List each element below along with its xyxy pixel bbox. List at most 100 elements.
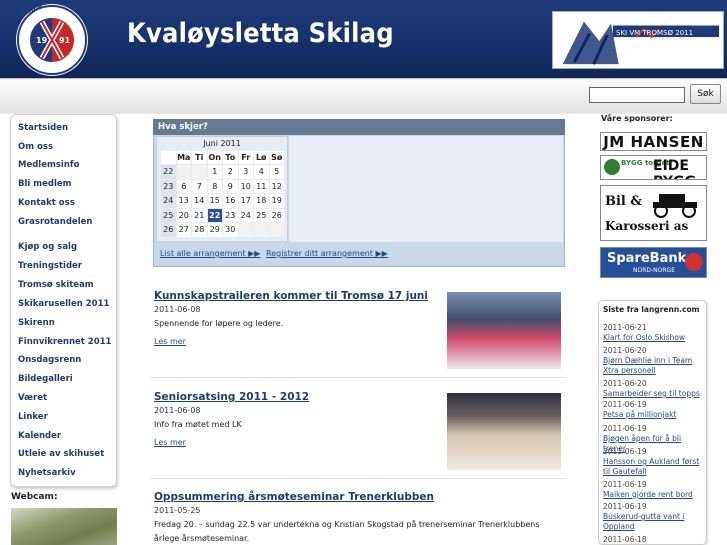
calendar-empty-day bbox=[192, 165, 207, 179]
calendar-day[interactable]: 7 bbox=[192, 179, 207, 193]
nav-item-finnvikrennet[interactable]: Finnvikrennet 2011 bbox=[18, 337, 111, 347]
calendar-day[interactable]: 26 bbox=[269, 208, 284, 222]
calendar-empty-day bbox=[269, 223, 284, 237]
search-input[interactable] bbox=[589, 87, 685, 103]
list-all-events-link[interactable]: List alle arrangement ▶▶ bbox=[160, 249, 260, 258]
calendar-day[interactable]: 11 bbox=[254, 179, 269, 193]
news-date: 2011-06-19 bbox=[603, 480, 647, 489]
club-logo[interactable]: 19 91 KVALØYSLETTA bbox=[6, 2, 98, 78]
news-date: 2011-06-19 bbox=[603, 447, 647, 456]
calendar-weekday: Ti bbox=[192, 151, 207, 164]
nav-item-skirenn[interactable]: Skirenn bbox=[18, 318, 55, 328]
calendar-day[interactable]: 1 bbox=[207, 165, 222, 179]
calendar-day[interactable]: 14 bbox=[192, 194, 207, 208]
calendar-weekday: To bbox=[223, 151, 238, 164]
calendar-day[interactable]: 28 bbox=[192, 223, 207, 237]
calendar-day[interactable]: 19 bbox=[269, 194, 284, 208]
nav-item-bli-medlem[interactable]: Bli medlem bbox=[18, 179, 72, 189]
sponsor-jm-hansen[interactable]: JM HANSEN bbox=[600, 132, 707, 151]
news-date: 2011-06-18 bbox=[603, 535, 647, 544]
read-more-link[interactable]: Les mer bbox=[154, 337, 186, 346]
calendar-week-number: 26 bbox=[161, 223, 176, 237]
article-title[interactable]: Seniorsatsing 2011 - 2012 bbox=[154, 391, 309, 403]
calendar-day[interactable]: 6 bbox=[176, 179, 191, 193]
calendar-day[interactable]: 3 bbox=[238, 165, 253, 179]
calendar-day[interactable]: 16 bbox=[223, 194, 238, 208]
nav-item-medlemsinfo[interactable]: Medlemsinfo bbox=[18, 160, 79, 170]
calendar-weekday: Lø bbox=[254, 151, 269, 164]
calendar-day[interactable]: 8 bbox=[207, 179, 222, 193]
calendar-day[interactable]: 29 bbox=[207, 223, 222, 237]
vintage-car-icon bbox=[653, 194, 697, 218]
calendar-day[interactable]: 27 bbox=[176, 223, 191, 237]
nav-item-kalender[interactable]: Kalender bbox=[18, 431, 61, 441]
article-title[interactable]: Kunnskapstraileren kommer til Tromsø 17 … bbox=[154, 290, 428, 302]
nav-item-nyhetsarkiv[interactable]: Nyhetsarkiv bbox=[18, 468, 76, 478]
sponsor-eide-bygg[interactable]: BYGG torget EIDE BYGG bbox=[600, 155, 707, 180]
nav-item-vaeret[interactable]: Været bbox=[18, 393, 47, 403]
ski-vm-banner[interactable] bbox=[552, 11, 724, 69]
calendar-day[interactable]: 2 bbox=[223, 165, 238, 179]
article-photo[interactable] bbox=[447, 292, 561, 369]
calendar-day[interactable]: 15 bbox=[207, 194, 222, 208]
read-more-link[interactable]: Les mer bbox=[154, 438, 186, 447]
news-link[interactable]: Buskerud-gutta vant i Oppland bbox=[603, 512, 706, 533]
calendar-week-number: 23 bbox=[161, 179, 176, 193]
calendar-day[interactable]: 23 bbox=[223, 208, 238, 222]
nav-item-treningstider[interactable]: Treningstider bbox=[18, 261, 82, 271]
calendar-day[interactable]: 13 bbox=[176, 194, 191, 208]
svg-text:19: 19 bbox=[36, 36, 48, 45]
news-date: 2011-06-20 bbox=[603, 346, 647, 355]
news-link[interactable]: Hansson og Aukland først til Gautefall bbox=[603, 457, 706, 478]
nav-item-onsdagsrenn[interactable]: Onsdagsrenn bbox=[18, 355, 81, 365]
calendar-day[interactable]: 30 bbox=[223, 223, 238, 237]
calendar-empty-day bbox=[254, 223, 269, 237]
news-link[interactable]: Maiken gjorde rent bord bbox=[603, 490, 706, 500]
search-button[interactable]: Søk bbox=[690, 84, 721, 104]
news-link[interactable]: Petsa på millionjakt bbox=[603, 410, 706, 420]
nav-item-bildegalleri[interactable]: Bildegalleri bbox=[18, 374, 73, 384]
calendar-day[interactable]: 9 bbox=[223, 179, 238, 193]
calendar-day[interactable]: 25 bbox=[254, 208, 269, 222]
nav-item-utleie[interactable]: Utleie av skihuset bbox=[18, 449, 104, 459]
site-title[interactable]: Kvaløysletta Skilag bbox=[127, 18, 394, 49]
divider bbox=[150, 478, 566, 479]
nav-item-linker[interactable]: Linker bbox=[18, 412, 48, 422]
calendar-day[interactable]: 12 bbox=[269, 179, 284, 193]
news-date: 2011-06-20 bbox=[603, 379, 647, 388]
register-event-link[interactable]: Registrer ditt arrangement ▶▶ bbox=[266, 249, 388, 258]
sponsor-name: EIDE BYGG bbox=[653, 158, 696, 179]
news-link[interactable]: Klart for Oslo Skishow bbox=[603, 333, 706, 343]
nav-item-tromso-skiteam[interactable]: Tromsø skiteam bbox=[18, 280, 94, 290]
nav-item-skikarusellen[interactable]: Skikarusellen 2011 bbox=[18, 299, 109, 309]
calendar-day[interactable]: 17 bbox=[238, 194, 253, 208]
calendar-day[interactable]: 18 bbox=[254, 194, 269, 208]
sponsor-sparebank[interactable]: SpareBank NORD-NORGE bbox=[600, 247, 707, 278]
nav-item-kontakt-oss[interactable]: Kontakt oss bbox=[18, 198, 75, 208]
nav-item-kjop-og-salg[interactable]: Kjøp og salg bbox=[18, 242, 77, 252]
sidebar-nav: Startsiden Om oss Medlemsinfo Bli medlem… bbox=[10, 114, 117, 487]
calendar-empty-day bbox=[238, 223, 253, 237]
webcam-image[interactable] bbox=[11, 508, 117, 545]
events-list-area bbox=[289, 136, 563, 242]
sponsor-name: JM HANSEN bbox=[603, 133, 704, 151]
calendar-weekday: Fr bbox=[238, 151, 253, 164]
calendar-day[interactable]: 20 bbox=[176, 208, 191, 222]
nav-item-om-oss[interactable]: Om oss bbox=[18, 142, 53, 152]
calendar-day[interactable]: 10 bbox=[238, 179, 253, 193]
calendar-day[interactable]: 21 bbox=[192, 208, 207, 222]
article-photo[interactable] bbox=[447, 393, 561, 470]
calendar-day-today[interactable]: 22 bbox=[207, 208, 222, 222]
calendar-day[interactable]: 4 bbox=[254, 165, 269, 179]
nav-item-grasrotandelen[interactable]: Grasrotandelen bbox=[18, 217, 92, 227]
article-summary: Fredag 20. – sundag 22.5 var undertekna … bbox=[154, 520, 540, 543]
nav-item-startsiden[interactable]: Startsiden bbox=[18, 123, 68, 133]
news-link[interactable]: Bjørn Dæhlie inn i Team Xtra personell bbox=[603, 356, 706, 377]
calendar-day[interactable]: 5 bbox=[269, 165, 284, 179]
calendar-weekday: Ma bbox=[176, 151, 191, 164]
news-date: 2011-06-21 bbox=[603, 323, 647, 332]
calendar-day[interactable]: 24 bbox=[238, 208, 253, 222]
sponsor-bil-karosseri[interactable]: Bil & Karosseri as bbox=[600, 185, 707, 241]
article-title[interactable]: Oppsummering årsmøteseminar Trenerklubbe… bbox=[154, 491, 434, 503]
news-link[interactable]: Samarbeider seg til topps bbox=[603, 389, 706, 399]
